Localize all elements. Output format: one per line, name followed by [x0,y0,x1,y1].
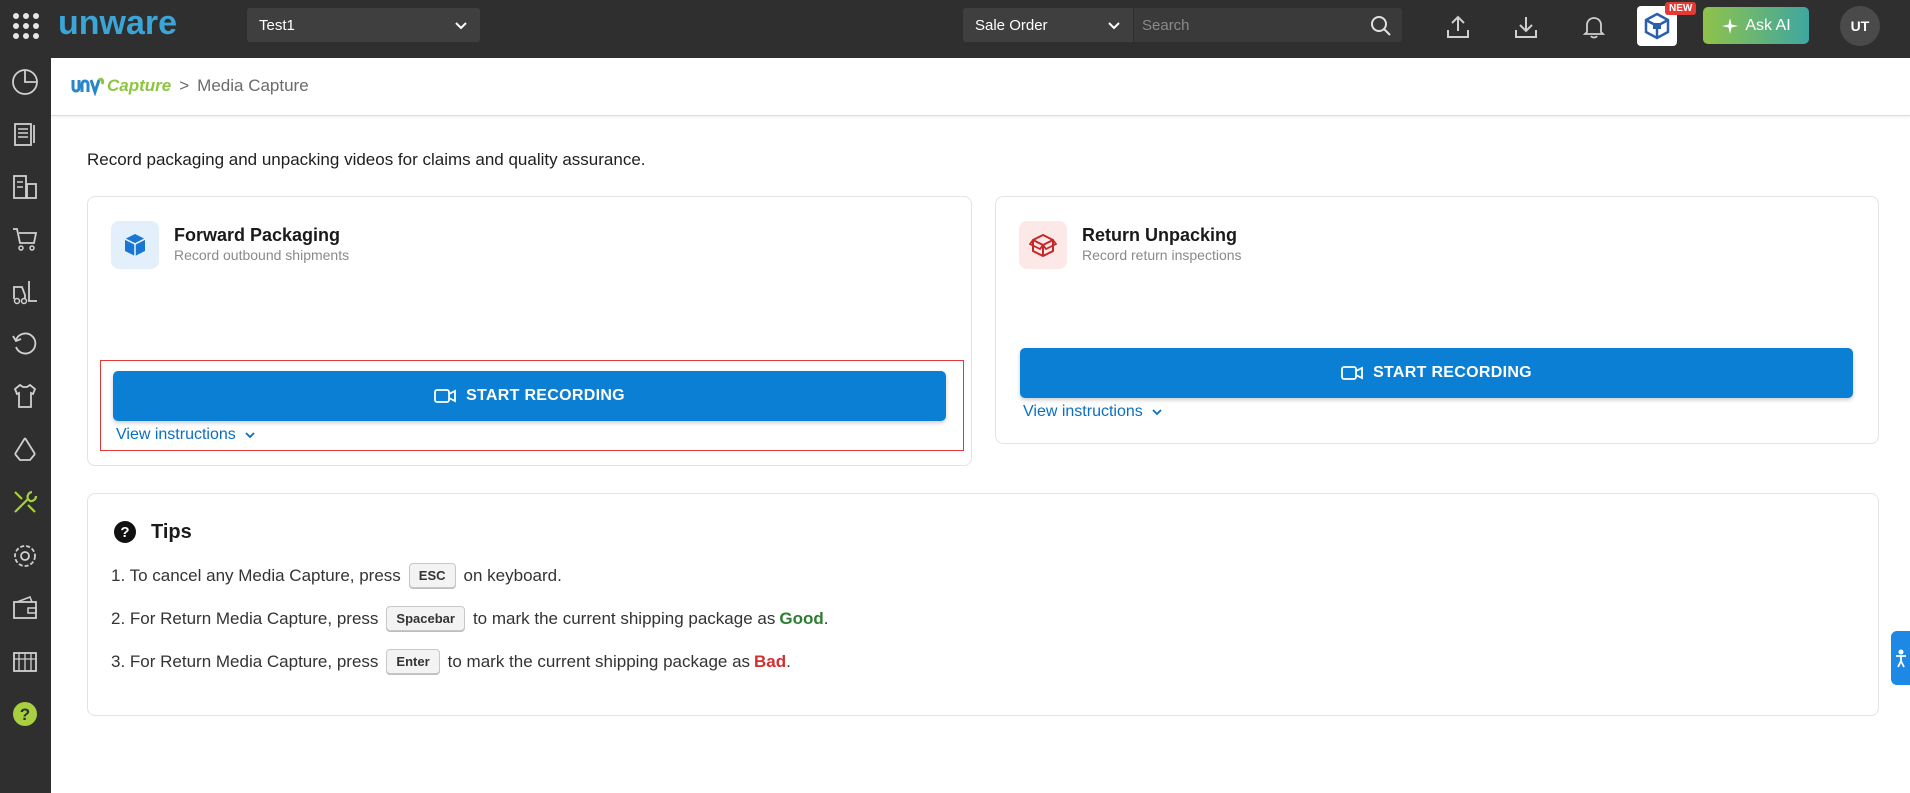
search-box [1134,8,1402,42]
start-recording-label: START RECORDING [466,387,625,404]
tip-text: 2. For Return Media Capture, press [111,608,379,628]
view-instructions-link[interactable]: View instructions [1023,403,1163,421]
logo-text: unware [58,6,177,42]
settings-icon[interactable] [6,537,44,575]
card-title: Forward Packaging [174,225,341,245]
tips-panel: ? Tips 1. To cancel any Media Capture, p… [87,493,1879,716]
enter-key: Enter [386,649,440,674]
card-subtitle: Record return inspections [1082,247,1242,263]
bad-status: Bad [754,651,787,671]
dashboard-icon[interactable] [6,63,44,101]
chevron-down-icon [1108,22,1120,30]
inventory-icon[interactable] [6,642,44,680]
warehouse-icon[interactable] [6,168,44,206]
apparel-icon[interactable] [6,377,44,415]
chevron-down-icon [1152,409,1162,416]
tips-header: ? Tips [113,520,192,544]
good-status: Good [779,608,824,628]
forklift-icon[interactable] [6,273,44,311]
tip-end: . [786,651,791,671]
question-circle-icon: ? [114,521,136,543]
tips-title: Tips [151,520,192,543]
new-badge: NEW [1665,2,1697,15]
breadcrumb-current: Media Capture [197,76,309,95]
tip-text: to mark the current shipping package as [447,651,751,671]
tip-text: to mark the current shipping package as [472,608,776,628]
card-title: Return Unpacking [1082,225,1238,245]
top-navigation-bar: unware Test1 Sale Order NEW Ask AI UT [0,0,1910,58]
upload-icon[interactable] [1443,12,1473,42]
facility-select[interactable]: Test1 [247,8,480,42]
start-recording-button[interactable]: START RECORDING [113,371,946,421]
view-instructions-link[interactable]: View instructions [116,426,256,444]
unware-logo[interactable]: unware [58,6,218,42]
spacebar-key: Spacebar [386,606,465,631]
svg-text:?: ? [20,705,30,724]
video-camera-icon [434,389,456,403]
tools-icon[interactable] [6,483,44,521]
search-type-value: Sale Order [975,16,1048,34]
capture-logo-mark [71,77,105,96]
tip-text: 3. For Return Media Capture, press [111,651,379,671]
view-instructions-label: View instructions [116,426,236,443]
capture-logo-text: Capture [107,76,172,95]
tip-end: . [823,608,829,628]
user-avatar[interactable]: UT [1840,6,1880,46]
breadcrumb-separator: > [179,76,190,95]
returns-icon[interactable] [6,324,44,362]
ask-ai-button[interactable]: Ask AI [1703,7,1809,44]
capture-logo[interactable]: Capture [71,76,171,96]
breadcrumb: Capture > Media Capture [71,76,309,96]
tip-text: 1. To cancel any Media Capture, press [111,565,401,585]
notification-bell-icon[interactable] [1579,12,1609,42]
svg-text:?: ? [120,524,129,541]
search-type-select[interactable]: Sale Order [963,8,1133,42]
tip-item: 2. For Return Media Capture, press Space… [111,606,828,631]
tip-item: 3. For Return Media Capture, press Enter… [111,649,791,674]
view-instructions-label: View instructions [1023,403,1143,420]
facility-value: Test1 [259,16,295,34]
page-header: Capture > Media Capture [51,58,1910,116]
app-launcher-icon[interactable] [10,10,40,40]
tip-text: on keyboard. [463,565,562,585]
tip-item: 1. To cancel any Media Capture, press ES… [111,563,562,588]
video-camera-icon [1341,366,1363,380]
start-recording-label: START RECORDING [1373,364,1532,381]
open-box-icon [1019,221,1067,269]
recycle-icon[interactable] [6,430,44,468]
cart-icon[interactable] [6,220,44,258]
page-description: Record packaging and unpacking videos fo… [87,150,646,169]
sidebar: ? [0,58,51,793]
download-icon[interactable] [1511,12,1541,42]
forward-packaging-card: Forward Packaging Record outbound shipme… [87,196,972,466]
chevron-down-icon [245,432,255,439]
card-subtitle: Record outbound shipments [174,247,350,263]
wallet-icon[interactable] [6,589,44,627]
esc-key: ESC [408,563,456,588]
accessibility-tab[interactable] [1891,631,1910,685]
orders-icon[interactable] [6,115,44,153]
search-input[interactable] [1134,16,1364,34]
start-recording-button[interactable]: START RECORDING [1020,348,1853,398]
help-icon[interactable]: ? [6,695,44,733]
ask-ai-label: Ask AI [1745,16,1791,34]
search-icon[interactable] [1370,15,1392,37]
sparkle-icon [1722,17,1739,34]
chevron-down-icon [455,22,467,30]
return-unpacking-card: Return Unpacking Record return inspectio… [995,196,1879,444]
accessibility-icon [1895,649,1906,668]
box-icon [111,221,159,269]
